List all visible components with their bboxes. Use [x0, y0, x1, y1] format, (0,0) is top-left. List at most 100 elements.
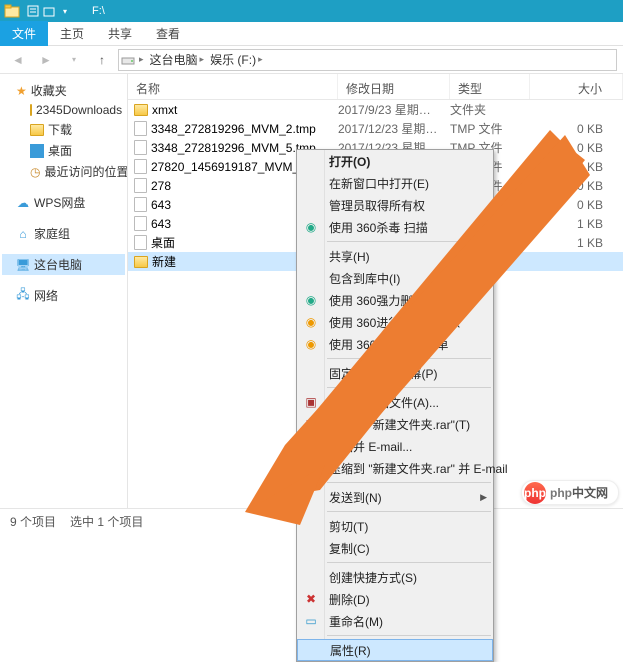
menu-email[interactable]: ▣压缩并 E-mail... [297, 435, 493, 457]
col-name[interactable]: 名称 [128, 74, 338, 99]
menu-open-new-window[interactable]: 在新窗口中打开(E) [297, 172, 493, 194]
menu-take-ownership[interactable]: 管理员取得所有权 [297, 194, 493, 216]
file-list: 名称 修改日期 类型 大小 xmxt2017/9/23 星期…文件夹3348_2… [128, 74, 623, 508]
nav-recent-button[interactable]: ▾ [62, 48, 86, 72]
submenu-arrow-icon: ▶ [480, 273, 487, 284]
menu-properties[interactable]: 属性(R) [297, 639, 493, 661]
file-date: 2017/9/23 星期… [338, 101, 450, 118]
shield-icon: ◉ [303, 219, 319, 235]
nav-up-button[interactable]: ↑ [90, 48, 114, 72]
nav-forward-button: ► [34, 48, 58, 72]
file-size: 1 KB [530, 236, 623, 250]
drive-icon [121, 53, 135, 67]
menu-360-scan[interactable]: ◉使用 360杀毒 扫描 [297, 216, 493, 238]
file-size: 0 KB [530, 198, 623, 212]
file-name: 3348_272819296_MVM_5.tmp [151, 141, 316, 155]
file-name: 643 [151, 217, 171, 231]
file-name: 3348_272819296_MVM_2.tmp [151, 122, 316, 136]
menu-share[interactable]: 共享(H)▶ [297, 245, 493, 267]
submenu-arrow-icon: ▶ [480, 492, 487, 503]
recent-icon: ◷ [30, 165, 40, 179]
status-selection: 选中 1 个项目 [70, 513, 143, 530]
sidebar-item-recent[interactable]: ◷最近访问的位置 [2, 161, 125, 182]
breadcrumb-thispc[interactable]: 这台电脑▸ [148, 51, 207, 68]
star-icon: ★ [16, 84, 27, 98]
file-size: 0 KB [530, 160, 623, 174]
qat-properties-icon[interactable] [26, 4, 40, 18]
address-box[interactable]: ▸ 这台电脑▸ 娱乐 (F:)▸ [118, 49, 617, 71]
navigation-pane: ★收藏夹 2345Downloads 下载 桌面 ◷最近访问的位置 ☁WPS网盘… [0, 74, 128, 508]
rar-icon: ▣ [303, 438, 319, 454]
file-icon [134, 197, 147, 212]
pc-icon: 🖥 [16, 258, 30, 272]
menu-delete[interactable]: ✖删除(D) [297, 588, 493, 610]
file-icon [134, 178, 147, 193]
folder-icon [134, 104, 148, 116]
file-name: 643 [151, 198, 171, 212]
sidebar-network[interactable]: 🖧网络 [2, 285, 125, 306]
menu-360-rmenu[interactable]: ◉使用 360管理右键菜单 [297, 333, 493, 355]
menu-cut[interactable]: 剪切(T) [297, 515, 493, 537]
qat-chevron-icon[interactable]: ▾ [58, 4, 72, 18]
file-size: 0 KB [530, 141, 623, 155]
col-type[interactable]: 类型 [450, 74, 530, 99]
nav-back-button[interactable]: ◄ [6, 48, 30, 72]
menu-add-rar[interactable]: ▣添加到 "新建文件夹.rar"(T) [297, 413, 493, 435]
breadcrumb-root[interactable]: ▸ [137, 54, 146, 65]
file-type: TMP 文件 [450, 120, 530, 137]
menu-copy[interactable]: 复制(C) [297, 537, 493, 559]
menu-pin-start[interactable]: 固定到"开始"屏幕(P) [297, 362, 493, 384]
sidebar-homegroup[interactable]: ⌂家庭组 [2, 223, 125, 244]
window-title: F:\ [92, 5, 105, 17]
menu-include-library[interactable]: 包含到库中(I)▶ [297, 267, 493, 289]
breadcrumb-drive[interactable]: 娱乐 (F:)▸ [208, 51, 265, 68]
shield-icon: ◉ [303, 314, 319, 330]
tab-home[interactable]: 主页 [48, 21, 96, 46]
file-date: 2017/12/23 星期… [338, 120, 450, 137]
php-logo-icon: php [524, 482, 546, 504]
sidebar-item-downloads[interactable]: 下载 [2, 119, 125, 140]
tab-share[interactable]: 共享 [96, 21, 144, 46]
menu-360-cloud[interactable]: ◉使用 360进行木马云查杀 [297, 311, 493, 333]
folder-icon [30, 124, 44, 136]
menu-rename[interactable]: ▭重命名(M) [297, 610, 493, 632]
file-icon [134, 235, 147, 250]
network-icon: 🖧 [16, 289, 30, 303]
shield-icon: ◉ [303, 336, 319, 352]
col-size[interactable]: 大小 [530, 74, 623, 99]
folder-icon [30, 104, 32, 116]
delete-icon: ✖ [303, 591, 319, 607]
tab-view[interactable]: 查看 [144, 21, 192, 46]
tab-file[interactable]: 文件 [0, 21, 48, 46]
sidebar-item-2345[interactable]: 2345Downloads [2, 101, 125, 119]
rar-icon: ▣ [303, 394, 319, 410]
menu-360-delete[interactable]: ◉使用 360强力删除 [297, 289, 493, 311]
menu-create-shortcut[interactable]: 创建快捷方式(S) [297, 566, 493, 588]
menu-add-archive[interactable]: ▣添加到压缩文件(A)... [297, 391, 493, 413]
desktop-icon [30, 144, 44, 158]
file-row[interactable]: xmxt 2017/9/23 星期…文件夹 [128, 100, 623, 119]
rar-icon: ▣ [303, 460, 319, 476]
file-name: 桌面 [151, 234, 175, 251]
sidebar-wps[interactable]: ☁WPS网盘 [2, 192, 125, 213]
file-size: 0 KB [530, 122, 623, 136]
file-name: xmxt [152, 103, 177, 117]
shield-icon: ◉ [303, 292, 319, 308]
file-icon [134, 216, 147, 231]
ribbon-tabs: 文件 主页 共享 查看 [0, 22, 623, 46]
sidebar-favorites[interactable]: ★收藏夹 [2, 80, 125, 101]
menu-email-rar[interactable]: ▣压缩到 "新建文件夹.rar" 并 E-mail [297, 457, 493, 479]
column-headers[interactable]: 名称 修改日期 类型 大小 [128, 74, 623, 100]
app-icon [4, 3, 20, 19]
menu-open[interactable]: 打开(O) [297, 150, 493, 172]
file-type: 文件夹 [450, 101, 530, 118]
file-size: 1 KB [530, 217, 623, 231]
sidebar-item-desktop[interactable]: 桌面 [2, 140, 125, 161]
rename-icon: ▭ [303, 613, 319, 629]
sidebar-thispc[interactable]: 🖥这台电脑 [2, 254, 125, 275]
menu-send-to[interactable]: 发送到(N)▶ [297, 486, 493, 508]
qat-newfolder-icon[interactable] [42, 4, 56, 18]
file-size: 0 KB [530, 179, 623, 193]
file-row[interactable]: 3348_272819296_MVM_2.tmp 2017/12/23 星期…TM… [128, 119, 623, 138]
col-date[interactable]: 修改日期 [338, 74, 450, 99]
